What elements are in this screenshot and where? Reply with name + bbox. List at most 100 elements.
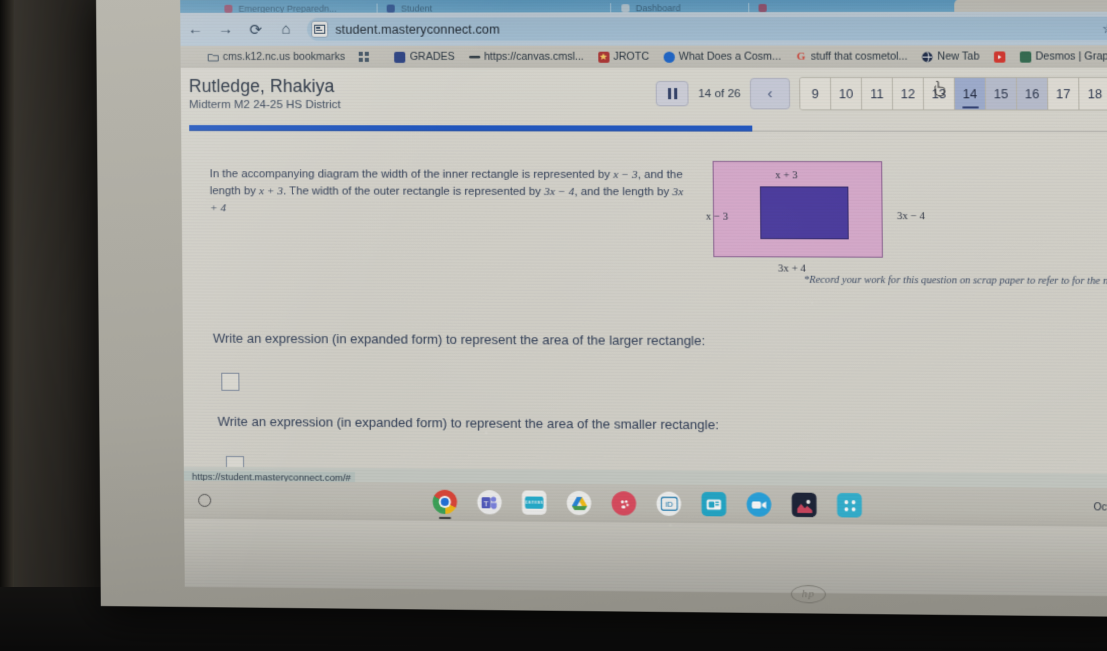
rectangle-diagram: x + 3 x − 3 3x − 4 3x + 4 <box>706 160 1107 284</box>
stem-math-3: 3x − 4 <box>544 186 575 199</box>
quizlet-grid-icon[interactable] <box>836 492 862 518</box>
bookmark-youtube[interactable] <box>987 50 1013 63</box>
bookmark-cosmetology-blue[interactable]: What Does a Cosm... <box>656 51 788 63</box>
page-counter: 14 of 26 <box>698 87 741 100</box>
page-number-18[interactable]: 18 <box>1079 77 1107 110</box>
question-content: In the accompanying diagram the width of… <box>181 132 1107 475</box>
question-stem: In the accompanying diagram the width of… <box>210 166 687 219</box>
bookmark-label: What Does a Cosm... <box>678 50 782 63</box>
page-number-13[interactable]: 13 <box>923 77 956 110</box>
youtube-icon <box>993 50 1006 63</box>
back-icon[interactable]: ← <box>180 14 210 44</box>
stem-text-2: , and the <box>637 168 683 182</box>
tab-favicon-student <box>386 4 395 13</box>
bookmark-jrotc[interactable]: JROTC <box>591 51 656 63</box>
stem-text-4: . The width of the outer rectangle is re… <box>283 185 545 199</box>
launcher-circle-icon[interactable] <box>198 493 212 507</box>
bookmark-label: JROTC <box>613 50 650 63</box>
tab-separator <box>610 3 612 13</box>
forward-icon[interactable]: → <box>210 14 240 44</box>
bookmark-new-tab[interactable]: New Tab <box>915 50 987 63</box>
bookmark-cms-folder[interactable]: cms.k12.nc.us bookmarks <box>201 51 353 63</box>
scrap-paper-note: *Record your work for this question on s… <box>803 274 1107 288</box>
previous-question-button[interactable]: ‹ <box>749 77 791 110</box>
stem-math-1: x − 3 <box>613 168 638 182</box>
tab-favicon-dashboard <box>621 4 630 13</box>
room-background-left <box>0 0 108 651</box>
microsoft-teams-icon[interactable]: T <box>477 490 502 515</box>
page-number-10[interactable]: 10 <box>831 77 863 110</box>
bookmark-apps-grid[interactable] <box>352 51 377 62</box>
browser-toolbar: ← → ⟳ ⌂ student.masteryconnect.com ☆ <box>180 11 1107 46</box>
bookmark-google-search[interactable]: G stuff that cosmetol... <box>788 51 915 63</box>
page-number-17[interactable]: 17 <box>1048 77 1080 110</box>
id-badge-icon[interactable]: iD <box>656 491 682 517</box>
presentation-icon[interactable] <box>701 491 727 517</box>
address-bar[interactable]: student.masteryconnect.com ☆ <box>306 16 1107 41</box>
tab-label-student[interactable]: Student <box>401 3 432 12</box>
bookmarks-bar: cms.k12.nc.us bookmarks GRADES https://c… <box>180 45 1107 68</box>
bookmark-grades[interactable]: GRADES <box>387 51 461 63</box>
prompt-smaller-rectangle: Write an expression (in expanded form) t… <box>217 413 719 433</box>
reload-icon[interactable]: ⟳ <box>241 14 271 44</box>
photos-icon[interactable] <box>791 492 817 518</box>
photo-background: Emergency Preparedn... Student Dashboard… <box>0 0 1107 651</box>
bookmark-label: cms.k12.nc.us bookmarks <box>222 50 346 63</box>
stem-text-5: , and the length by <box>574 186 673 199</box>
tab-separator <box>376 3 378 13</box>
bookmark-label: https://canvas.cmsl... <box>484 50 584 63</box>
brand-logo: hp <box>790 584 826 604</box>
page-number-14-selected[interactable]: 14 <box>954 77 987 110</box>
stem-math-2: x + 3 <box>258 185 284 198</box>
canvas-icon[interactable]: canvas <box>521 490 547 515</box>
canvas-icon <box>468 51 481 62</box>
tab-label-emergency[interactable]: Emergency Preparedn... <box>238 4 336 13</box>
home-icon[interactable]: ⌂ <box>271 14 301 44</box>
svg-text:T: T <box>483 499 488 508</box>
chromeos-shelf: T canvas iD Oct <box>183 480 1107 528</box>
bookmark-desmos[interactable]: Desmos | Graphing... <box>1013 50 1107 63</box>
page-number-16[interactable]: 16 <box>1016 77 1049 110</box>
bookmark-label: stuff that cosmetol... <box>810 50 908 63</box>
page-number-9[interactable]: 9 <box>800 77 832 110</box>
shelf-icon-row: T canvas iD <box>432 489 862 518</box>
tab-favicon-extra <box>758 3 767 13</box>
pinterest-icon[interactable] <box>611 491 637 516</box>
prompt-larger-rectangle: Write an expression (in expanded form) t… <box>212 330 706 349</box>
stem-text-3: length by <box>209 185 260 198</box>
address-bar-url[interactable]: student.masteryconnect.com <box>335 22 500 36</box>
desmos-icon <box>1019 50 1032 63</box>
label-outer-length: 3x + 4 <box>778 263 806 275</box>
page-number-12[interactable]: 12 <box>892 77 925 110</box>
star-badge-icon <box>598 51 610 63</box>
laptop-screen: Emergency Preparedn... Student Dashboard… <box>180 0 1107 597</box>
page-number-11[interactable]: 11 <box>861 77 894 110</box>
pause-button[interactable] <box>656 80 690 107</box>
zoom-icon[interactable] <box>746 492 772 517</box>
assessment-header: Rutledge, Rhakiya Midterm M2 24-25 HS Di… <box>181 68 1107 119</box>
inner-rectangle-shape <box>759 186 849 240</box>
shelf-clock[interactable]: Oct 28 <box>1094 502 1107 513</box>
bookmark-star-icon[interactable]: ☆ <box>1102 20 1107 36</box>
stem-text-1: In the accompanying diagram the width of… <box>209 168 614 182</box>
page-info-icon[interactable] <box>311 20 329 38</box>
globe-icon <box>922 51 933 62</box>
bookmark-canvas[interactable]: https://canvas.cmsl... <box>462 51 591 63</box>
answer-input-larger[interactable] <box>221 372 240 391</box>
folder-icon <box>207 51 219 62</box>
tab-favicon-emergency <box>224 4 233 13</box>
question-pager: 14 of 26 ‹ 9 10 11 12 13 14 15 16 17 18 <box>656 76 1107 111</box>
page-number-15[interactable]: 15 <box>985 77 1018 110</box>
grades-icon <box>394 51 406 63</box>
google-drive-icon[interactable] <box>566 490 592 516</box>
assessment-name: Midterm M2 24-25 HS District <box>188 99 341 112</box>
student-name: Rutledge, Rhakiya <box>188 75 335 97</box>
masteryconnect-assessment: Rutledge, Rhakiya Midterm M2 24-25 HS Di… <box>180 67 1107 528</box>
apps-grid-icon <box>359 51 370 62</box>
bookmark-label: GRADES <box>409 50 455 63</box>
tab-separator <box>748 2 750 13</box>
label-inner-length: x + 3 <box>775 170 798 182</box>
chrome-icon[interactable] <box>432 489 458 515</box>
tab-active[interactable] <box>954 0 1107 12</box>
google-g-icon: G <box>796 50 806 63</box>
